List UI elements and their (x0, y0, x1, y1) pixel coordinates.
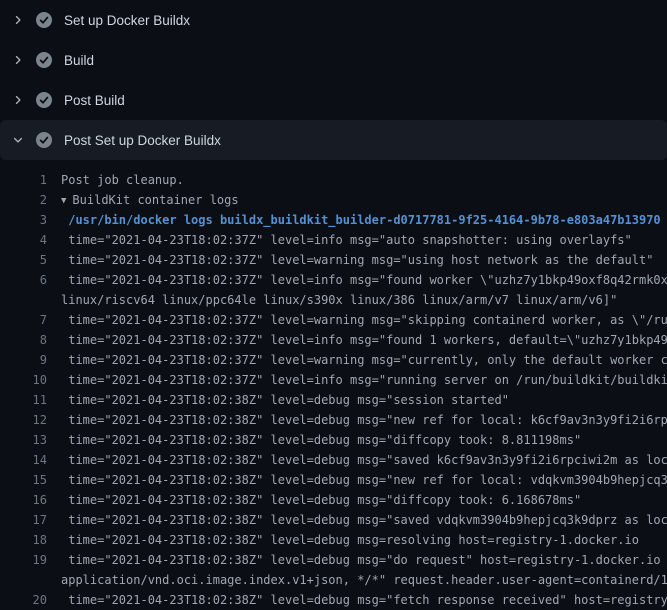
workflow-job-log-panel: Set up Docker Buildx Build Post Build Post … (0, 0, 667, 610)
line-number[interactable]: 11 (0, 390, 47, 410)
log-row: 1 Post job cleanup. (0, 170, 667, 190)
line-number[interactable]: 3 (0, 210, 47, 230)
log-row: 13 time="2021-04-23T18:02:38Z" level=deb… (0, 430, 667, 450)
step-header-post-build[interactable]: Post Build (0, 80, 667, 120)
check-circle-icon (36, 12, 52, 28)
chevron-right-icon (10, 12, 26, 28)
log-row: 20 time="2021-04-23T18:02:38Z" level=deb… (0, 590, 667, 610)
log-text: time="2021-04-23T18:02:37Z" level=info m… (61, 370, 667, 390)
log-text: time="2021-04-23T18:02:37Z" level=info m… (61, 330, 667, 350)
log-row: 6 time="2021-04-23T18:02:37Z" level=info… (0, 270, 667, 290)
line-number[interactable]: 19 (0, 550, 47, 570)
line-number[interactable]: 4 (0, 230, 47, 250)
log-text: Post job cleanup. (61, 170, 184, 190)
log-row: 15 time="2021-04-23T18:02:38Z" level=deb… (0, 470, 667, 490)
log-row: 10 time="2021-04-23T18:02:37Z" level=inf… (0, 370, 667, 390)
log-text: time="2021-04-23T18:02:38Z" level=debug … (61, 450, 667, 470)
log-row: 3 /usr/bin/docker logs buildx_buildkit_b… (0, 210, 667, 230)
log-text: time="2021-04-23T18:02:38Z" level=debug … (61, 390, 509, 410)
line-number[interactable]: 12 (0, 410, 47, 430)
line-number[interactable]: 8 (0, 330, 47, 350)
log-row: 19 time="2021-04-23T18:02:38Z" level=deb… (0, 550, 667, 570)
step-label: Build (64, 53, 94, 68)
log-text: linux/riscv64 linux/ppc64le linux/s390x … (61, 290, 617, 310)
group-collapse-icon[interactable]: ▼ (61, 191, 66, 210)
check-circle-icon (36, 132, 52, 148)
line-number[interactable]: 6 (0, 270, 47, 290)
line-number[interactable]: 1 (0, 170, 47, 190)
chevron-right-icon (10, 92, 26, 108)
log-row: 18 time="2021-04-23T18:02:38Z" level=deb… (0, 530, 667, 550)
log-text: time="2021-04-23T18:02:38Z" level=debug … (61, 550, 667, 570)
check-circle-icon (36, 92, 52, 108)
log-row: 5 time="2021-04-23T18:02:37Z" level=warn… (0, 250, 667, 270)
check-circle-icon (36, 52, 52, 68)
log-text: time="2021-04-23T18:02:38Z" level=debug … (61, 590, 667, 610)
line-number[interactable]: 10 (0, 370, 47, 390)
line-number[interactable]: 18 (0, 530, 47, 550)
line-number[interactable]: 5 (0, 250, 47, 270)
log-row: 16 time="2021-04-23T18:02:38Z" level=deb… (0, 490, 667, 510)
log-row: application/vnd.oci.image.index.v1+json,… (0, 570, 667, 590)
chevron-down-icon (10, 132, 26, 148)
steps-list: Set up Docker Buildx Build Post Build Post … (0, 0, 667, 160)
line-number (0, 570, 47, 590)
step-label: Post Build (64, 93, 125, 108)
log-text: time="2021-04-23T18:02:37Z" level=info m… (61, 270, 667, 290)
step-header-build[interactable]: Build (0, 40, 667, 80)
step-label: Set up Docker Buildx (64, 13, 190, 28)
log-area: 1 Post job cleanup. 2 ▼ BuildKit container l… (0, 160, 667, 610)
log-text: time="2021-04-23T18:02:38Z" level=debug … (61, 490, 581, 510)
log-text: time="2021-04-23T18:02:37Z" level=info m… (61, 230, 632, 250)
line-number[interactable]: 2 (0, 190, 47, 210)
log-row: 17 time="2021-04-23T18:02:38Z" level=deb… (0, 510, 667, 530)
log-text: time="2021-04-23T18:02:38Z" level=debug … (61, 530, 639, 550)
log-text: time="2021-04-23T18:02:38Z" level=debug … (61, 430, 581, 450)
log-text: time="2021-04-23T18:02:37Z" level=warnin… (61, 250, 653, 270)
log-text: time="2021-04-23T18:02:37Z" level=warnin… (61, 350, 667, 370)
line-number[interactable]: 20 (0, 590, 47, 610)
log-text: time="2021-04-23T18:02:38Z" level=debug … (61, 410, 667, 430)
log-row: 4 time="2021-04-23T18:02:37Z" level=info… (0, 230, 667, 250)
chevron-right-icon (10, 52, 26, 68)
log-text: application/vnd.oci.image.index.v1+json,… (61, 570, 667, 590)
line-number (0, 290, 47, 310)
line-number[interactable]: 16 (0, 490, 47, 510)
log-row: 8 time="2021-04-23T18:02:37Z" level=info… (0, 330, 667, 350)
log-row: linux/riscv64 linux/ppc64le linux/s390x … (0, 290, 667, 310)
log-text: ▼ BuildKit container logs (61, 190, 239, 210)
step-header-set-up-docker-buildx[interactable]: Set up Docker Buildx (0, 0, 667, 40)
line-number[interactable]: 14 (0, 450, 47, 470)
log-row: 12 time="2021-04-23T18:02:38Z" level=deb… (0, 410, 667, 430)
log-row: 9 time="2021-04-23T18:02:37Z" level=warn… (0, 350, 667, 370)
log-row: 7 time="2021-04-23T18:02:37Z" level=warn… (0, 310, 667, 330)
line-number[interactable]: 7 (0, 310, 47, 330)
log-text: time="2021-04-23T18:02:38Z" level=debug … (61, 510, 667, 530)
line-number[interactable]: 17 (0, 510, 47, 530)
line-number[interactable]: 13 (0, 430, 47, 450)
log-row: 2 ▼ BuildKit container logs (0, 190, 667, 210)
group-title[interactable]: BuildKit container logs (72, 193, 238, 207)
log-row: 11 time="2021-04-23T18:02:38Z" level=deb… (0, 390, 667, 410)
log-text: time="2021-04-23T18:02:37Z" level=warnin… (61, 310, 667, 330)
line-number[interactable]: 9 (0, 350, 47, 370)
log-row: 14 time="2021-04-23T18:02:38Z" level=deb… (0, 450, 667, 470)
log-command-text: /usr/bin/docker logs buildx_buildkit_bui… (61, 210, 661, 230)
line-number[interactable]: 15 (0, 470, 47, 490)
step-header-post-set-up-docker-buildx[interactable]: Post Set up Docker Buildx (0, 120, 667, 160)
log-text: time="2021-04-23T18:02:38Z" level=debug … (61, 470, 667, 490)
step-label: Post Set up Docker Buildx (64, 133, 221, 148)
